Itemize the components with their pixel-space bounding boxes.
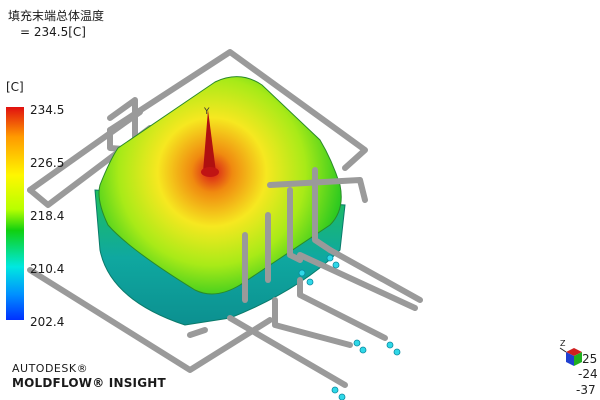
brand-autodesk: AUTODESK® bbox=[12, 362, 89, 375]
legend-tick-max: 234.5 bbox=[30, 103, 65, 117]
brand-moldflow-insight: MOLDFLOW® INSIGHT bbox=[12, 376, 166, 390]
legend-tick-4: 210.4 bbox=[30, 262, 65, 276]
svg-text:Z: Z bbox=[560, 339, 566, 348]
orientation-triad[interactable]: Z 25 -24 -37 bbox=[556, 338, 600, 400]
legend-tick-min: 202.4 bbox=[30, 315, 65, 329]
triad-value-1: 25 bbox=[582, 352, 598, 366]
gate-hotspot bbox=[201, 167, 219, 177]
legend-unit: [C] bbox=[6, 80, 24, 94]
legend-tick-3: 218.4 bbox=[30, 209, 65, 223]
triad-value-2: -24 bbox=[578, 367, 598, 381]
injection-marker: Y bbox=[203, 107, 210, 117]
legend-color-bar bbox=[6, 107, 24, 320]
legend-tick-2: 226.5 bbox=[30, 156, 65, 170]
triad-value-3: -37 bbox=[576, 383, 596, 397]
model-viewport[interactable]: Y bbox=[0, 0, 600, 400]
